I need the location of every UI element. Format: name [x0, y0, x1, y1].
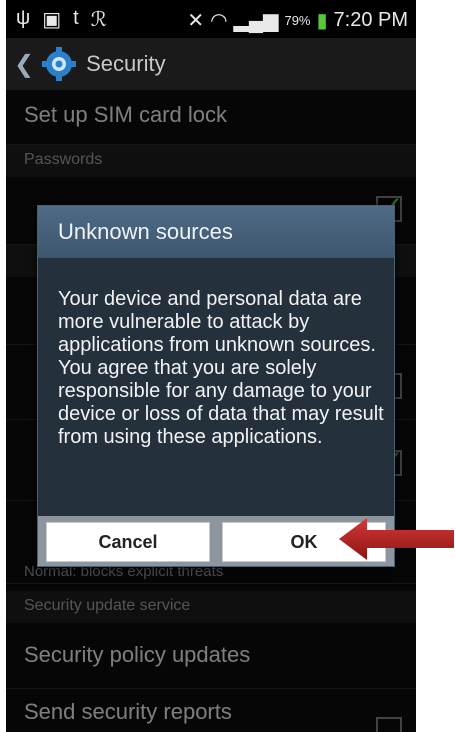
unknown-sources-dialog: Unknown sources Your device and personal… — [37, 205, 395, 567]
battery-icon: ▮ — [316, 10, 328, 32]
mute-icon: ✕ — [187, 10, 205, 32]
dialog-message: Your device and personal data are more v… — [58, 288, 384, 448]
clock: 7:20 PM — [333, 9, 408, 31]
phone-screen: ψ ▣ t ℛ ✕ ◠ ▂▄▆ 79% ▮ 7:20 PM ❮ Security… — [6, 0, 416, 732]
battery-percent: 79% — [284, 13, 311, 28]
annotation-arrow-icon — [339, 518, 454, 560]
page-title: Security — [86, 51, 166, 76]
dialog-title-bar: Unknown sources — [38, 206, 394, 258]
status-bar: ψ ▣ t ℛ ✕ ◠ ▂▄▆ 79% ▮ 7:20 PM — [6, 0, 416, 38]
signal-icon: ▂▄▆ — [233, 10, 279, 32]
gear-icon[interactable] — [42, 47, 77, 81]
wifi-icon: ◠ — [210, 10, 228, 32]
tumblr-icon: t — [73, 7, 79, 29]
status-icons: ✕ ◠ ▂▄▆ 79% ▮ 7:20 PM — [187, 8, 408, 33]
usb-icon: ψ — [16, 7, 31, 29]
cancel-button[interactable]: Cancel — [46, 522, 210, 562]
app-icon: ℛ — [90, 9, 107, 31]
dialog-title: Unknown sources — [58, 219, 233, 244]
action-bar: ❮ Security — [6, 38, 416, 90]
notification-icons: ψ ▣ t ℛ — [16, 7, 107, 32]
image-icon: ▣ — [42, 9, 62, 31]
back-icon[interactable]: ❮ — [14, 50, 34, 79]
